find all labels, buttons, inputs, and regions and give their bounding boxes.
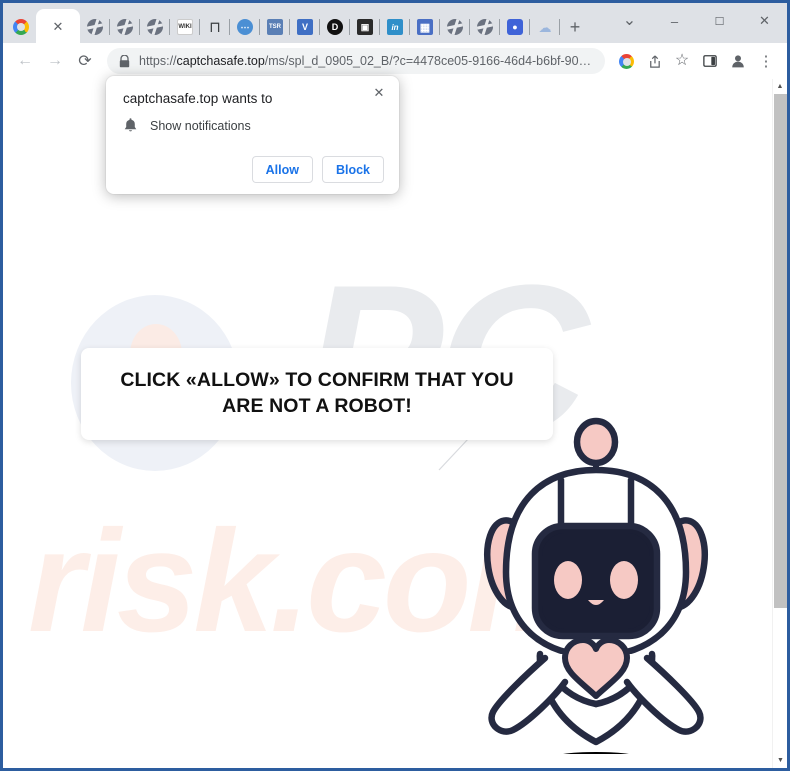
bell-icon [124,118,137,132]
scroll-up-button[interactable]: ▲ [773,79,787,94]
maximize-button[interactable]: ☐ [697,3,742,39]
close-window-button[interactable]: ✕ [742,3,787,39]
tab-package[interactable]: ▣ [350,11,380,43]
active-tab[interactable]: ✕ [36,9,80,43]
tab-close-icon[interactable]: ✕ [53,20,64,33]
tab-globe-2[interactable] [110,11,140,43]
close-icon: ✕ [759,13,770,28]
tab-tsr[interactable]: TSR [260,11,290,43]
tab-search-button[interactable]: ⌄ [607,3,652,39]
lock-icon [119,54,130,67]
reload-button[interactable]: ⟳ [71,47,99,75]
address-bar[interactable]: https://captchasafe.top/ms/spl_d_0905_02… [107,48,605,74]
tab-blue-app[interactable]: ● [500,11,530,43]
maximize-icon: ☐ [714,15,725,28]
google-lens-icon [618,53,634,69]
chrome-menu-icon: ⋮ [758,52,774,70]
scroll-down-button[interactable]: ▼ [773,753,787,768]
chrome-menu-button[interactable]: ⋮ [753,48,779,74]
grid-dots-icon: ▦ [417,19,433,35]
chat-bubble-icon: ⋯ [237,19,253,35]
headphones-icon: ⊓ [209,18,221,36]
globe-icon [477,19,493,35]
tsr-icon: TSR [267,19,283,35]
minimize-icon: – [670,13,679,29]
cloud-icon: ☁ [538,19,552,35]
notification-permission-dialog: ✕ captchasafe.top wants to Show notifica… [106,76,399,194]
tab-vivaldi[interactable]: V [290,11,320,43]
profile-avatar-icon [732,55,744,68]
share-icon [649,54,660,68]
triangle-up-icon: ▲ [776,83,784,90]
tab-globe-1[interactable] [80,11,110,43]
permission-row: Show notifications [123,117,382,134]
scrollbar-track[interactable] [773,94,787,753]
forward-button[interactable]: → [41,47,69,75]
window-controls: ⌄ – ☐ ✕ [607,3,787,39]
tab-cloud[interactable]: ☁ [530,11,560,43]
google-icon [13,19,29,35]
globe-icon [147,19,163,35]
scrollbar-thumb[interactable] [774,94,787,609]
bookmark-button[interactable]: ☆ [669,48,695,74]
globe-icon [447,19,463,35]
bookmark-star-icon: ☆ [674,52,690,69]
dialog-actions: Allow Block [251,156,384,183]
page-scrollbar[interactable]: ▲ ▼ [772,79,787,768]
profile-button[interactable] [725,48,751,74]
url-text: https://captchasafe.top/ms/spl_d_0905_02… [139,54,592,68]
back-button[interactable]: ← [11,47,39,75]
tab-globe-4[interactable] [440,11,470,43]
tab-dark-circle[interactable]: D [320,11,350,43]
dialog-title: captchasafe.top wants to [123,91,273,106]
tab-wiki[interactable]: WIKI [170,11,200,43]
close-icon: ✕ [373,85,385,100]
new-tab-button[interactable]: + [560,11,590,43]
browser-window: ✕ WIKI ⊓ ⋯ TSR V D ▣ in ▦ ● ☁ + ⌄ – ☐ ✕ … [0,0,790,771]
robot-mascot [484,417,708,754]
arrow-right-icon: → [47,52,63,69]
tab-google[interactable] [6,11,36,43]
linkedin-icon: in [387,19,403,35]
allow-button[interactable]: Allow [251,156,313,183]
minimize-button[interactable]: – [652,3,697,39]
arrow-left-icon: ← [17,52,33,69]
tab-strip: ✕ WIKI ⊓ ⋯ TSR V D ▣ in ▦ ● ☁ + ⌄ – ☐ ✕ [3,3,787,43]
tab-globe-5[interactable] [470,11,500,43]
d-circle-icon: D [327,19,343,35]
wiki-icon: WIKI [177,19,193,35]
tab-linkedin[interactable]: in [380,11,410,43]
side-panel-icon [703,55,717,67]
block-button[interactable]: Block [321,156,384,183]
triangle-down-icon: ▼ [777,757,784,764]
google-lens-button[interactable] [613,48,639,74]
package-icon: ▣ [357,19,373,35]
blue-app-icon: ● [507,19,523,35]
browser-toolbar: ← → ⟳ https://captchasafe.top/ms/spl_d_0… [3,43,787,79]
permission-label: Show notifications [150,118,251,133]
v-shield-icon: V [297,19,313,35]
tab-grid[interactable]: ▦ [410,11,440,43]
reload-icon: ⟳ [78,53,92,70]
tab-chat[interactable]: ⋯ [230,11,260,43]
dialog-close-button[interactable]: ✕ [369,83,389,103]
globe-icon [87,19,103,35]
tab-headphones[interactable]: ⊓ [200,11,230,43]
share-button[interactable] [641,48,667,74]
globe-icon [117,19,133,35]
tab-globe-3[interactable] [140,11,170,43]
plus-icon: + [569,17,581,37]
side-panel-button[interactable] [697,48,723,74]
